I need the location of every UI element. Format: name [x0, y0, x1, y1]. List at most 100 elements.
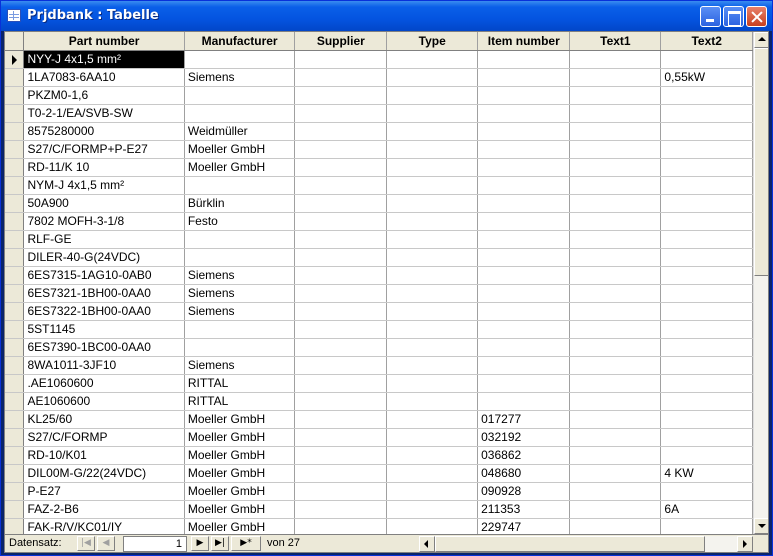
cell-supplier[interactable] — [294, 410, 388, 429]
cell-text2[interactable] — [660, 410, 753, 429]
cell-type[interactable] — [386, 410, 479, 429]
table-row[interactable]: 7802 MOFH-3-1/8 Festo — [5, 212, 753, 231]
cell-item-number[interactable] — [477, 284, 571, 303]
cell-item-number[interactable] — [477, 338, 571, 357]
cell-text2[interactable] — [660, 86, 753, 105]
cell-text1[interactable] — [569, 86, 662, 105]
cell-item-number[interactable]: 211353 — [477, 500, 571, 519]
cell-part-number[interactable]: 50A900 — [23, 194, 185, 213]
cell-text2[interactable] — [660, 302, 753, 321]
cell-text1[interactable] — [569, 194, 662, 213]
table-row[interactable]: 6ES7390-1BC00-0AA0 — [5, 338, 753, 357]
cell-manufacturer[interactable]: Siemens — [184, 266, 296, 285]
row-selector[interactable] — [5, 230, 25, 249]
cell-type[interactable] — [386, 338, 479, 357]
table-row[interactable]: RD-11/K 10 Moeller GmbH — [5, 158, 753, 177]
column-header-type[interactable]: Type — [386, 32, 479, 51]
row-selector[interactable] — [5, 194, 25, 213]
cell-item-number[interactable] — [477, 122, 571, 141]
cell-type[interactable] — [386, 122, 479, 141]
cell-manufacturer[interactable]: Festo — [184, 212, 296, 231]
last-record-button[interactable]: ▶| — [211, 536, 229, 551]
select-all-corner[interactable] — [5, 32, 25, 51]
cell-supplier[interactable] — [294, 122, 388, 141]
cell-item-number[interactable] — [477, 248, 571, 267]
cell-text2[interactable] — [660, 122, 753, 141]
cell-type[interactable] — [386, 446, 479, 465]
cell-text2[interactable] — [660, 374, 753, 393]
cell-supplier[interactable] — [294, 194, 388, 213]
row-selector[interactable] — [5, 104, 25, 123]
cell-text1[interactable] — [569, 68, 662, 87]
cell-manufacturer[interactable]: Moeller GmbH — [184, 446, 296, 465]
title-bar[interactable]: Prjdbank : Tabelle — [1, 1, 772, 31]
cell-supplier[interactable] — [294, 266, 388, 285]
table-row[interactable]: DIL00M-G/22(24VDC) Moeller GmbH 048680 4 KW — [5, 464, 753, 483]
row-selector[interactable] — [5, 302, 25, 321]
cell-supplier[interactable] — [294, 464, 388, 483]
cell-manufacturer[interactable]: Siemens — [184, 356, 296, 375]
row-selector[interactable] — [5, 338, 25, 357]
cell-manufacturer[interactable]: Moeller GmbH — [184, 482, 296, 501]
cell-type[interactable] — [386, 158, 479, 177]
cell-supplier[interactable] — [294, 338, 388, 357]
cell-supplier[interactable] — [294, 86, 388, 105]
column-header-text2[interactable]: Text2 — [660, 32, 753, 51]
table-row[interactable]: RD-10/K01 Moeller GmbH 036862 — [5, 446, 753, 465]
table-row[interactable]: P-E27 Moeller GmbH 090928 — [5, 482, 753, 501]
row-selector[interactable] — [5, 122, 25, 141]
table-row[interactable]: 5ST1145 — [5, 320, 753, 339]
cell-text1[interactable] — [569, 338, 662, 357]
cell-part-number[interactable]: 6ES7390-1BC00-0AA0 — [23, 338, 185, 357]
cell-text2[interactable] — [660, 518, 753, 534]
cell-manufacturer[interactable] — [184, 338, 296, 357]
table-row[interactable]: KL25/60 Moeller GmbH 017277 — [5, 410, 753, 429]
first-record-button[interactable]: |◀ — [77, 536, 95, 551]
cell-part-number[interactable]: KL25/60 — [23, 410, 185, 429]
cell-text2[interactable] — [660, 356, 753, 375]
cell-type[interactable] — [386, 320, 479, 339]
cell-manufacturer[interactable]: Moeller GmbH — [184, 140, 296, 159]
scroll-down-button[interactable] — [754, 518, 768, 534]
cell-supplier[interactable] — [294, 68, 388, 87]
cell-item-number[interactable] — [477, 158, 571, 177]
cell-part-number[interactable]: DIL00M-G/22(24VDC) — [23, 464, 185, 483]
cell-type[interactable] — [386, 518, 479, 534]
cell-part-number[interactable]: 6ES7322-1BH00-0AA0 — [23, 302, 185, 321]
cell-item-number[interactable]: 017277 — [477, 410, 571, 429]
cell-text1[interactable] — [569, 428, 662, 447]
cell-part-number[interactable]: 6ES7321-1BH00-0AA0 — [23, 284, 185, 303]
cell-text2[interactable] — [660, 446, 753, 465]
cell-item-number[interactable] — [477, 68, 571, 87]
cell-supplier[interactable] — [294, 248, 388, 267]
minimize-button[interactable] — [700, 6, 721, 27]
cell-type[interactable] — [386, 266, 479, 285]
cell-supplier[interactable] — [294, 374, 388, 393]
cell-type[interactable] — [386, 356, 479, 375]
cell-type[interactable] — [386, 302, 479, 321]
cell-manufacturer[interactable]: Moeller GmbH — [184, 410, 296, 429]
cell-supplier[interactable] — [294, 392, 388, 411]
cell-type[interactable] — [386, 464, 479, 483]
cell-text1[interactable] — [569, 356, 662, 375]
cell-manufacturer[interactable]: Siemens — [184, 68, 296, 87]
new-record-button[interactable]: ▶* — [231, 536, 261, 551]
table-row[interactable]: PKZM0-1,6 — [5, 86, 753, 105]
cell-item-number[interactable] — [477, 194, 571, 213]
cell-text1[interactable] — [569, 140, 662, 159]
row-selector[interactable] — [5, 176, 25, 195]
cell-text1[interactable] — [569, 212, 662, 231]
cell-part-number[interactable]: NYY-J 4x1,5 mm² — [23, 50, 185, 69]
row-selector[interactable] — [5, 392, 25, 411]
cell-item-number[interactable]: 036862 — [477, 446, 571, 465]
cell-type[interactable] — [386, 374, 479, 393]
cell-item-number[interactable]: 090928 — [477, 482, 571, 501]
cell-supplier[interactable] — [294, 50, 388, 69]
cell-manufacturer[interactable]: Moeller GmbH — [184, 500, 296, 519]
cell-item-number[interactable] — [477, 104, 571, 123]
row-selector[interactable] — [5, 320, 25, 339]
table-row[interactable]: AE1060600 RITTAL — [5, 392, 753, 411]
cell-part-number[interactable]: FAK-R/V/KC01/IY — [23, 518, 185, 534]
table-row[interactable]: FAZ-2-B6 Moeller GmbH 211353 6A — [5, 500, 753, 519]
cell-type[interactable] — [386, 194, 479, 213]
